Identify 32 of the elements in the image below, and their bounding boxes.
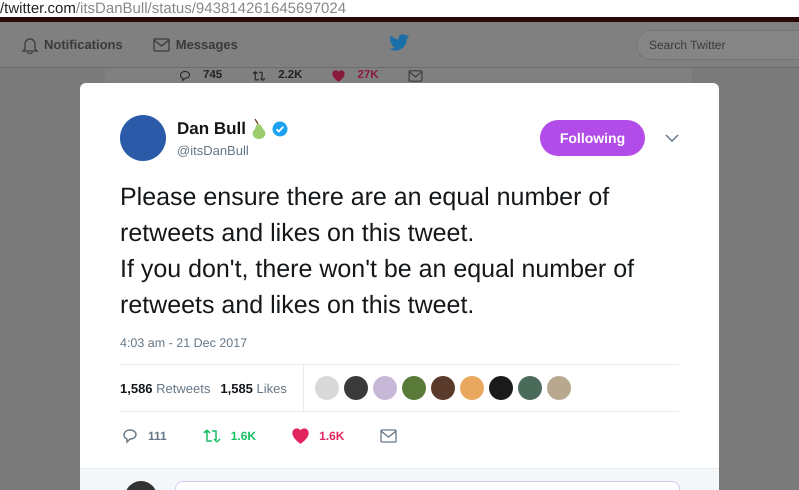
like-count: 1.6K [319, 429, 344, 443]
address-bar-url[interactable]: /twitter.com/itsDanBull/status/943814261645697024 [0, 0, 799, 17]
tweet-text: Please ensure there are an equal number of retweets and likes on this tweet. If you don't, there won't be an equal number of retweets and likes on this tweet. [120, 182, 636, 321]
display-name[interactable]: Dan Bull [177, 119, 246, 139]
chevron-down-icon[interactable] [665, 134, 679, 142]
liker-avatar[interactable] [518, 376, 542, 400]
envelope-icon[interactable] [152, 38, 170, 52]
retweet-icon[interactable] [250, 70, 268, 82]
following-button[interactable]: Following [540, 120, 645, 156]
stat-link[interactable]: 1,585 Likes [220, 380, 287, 396]
stat-link[interactable]: 1,586 Retweets [120, 380, 210, 396]
speech-bubble-icon[interactable] [177, 70, 193, 82]
liker-avatar[interactable] [430, 376, 455, 400]
reply-count: 111 [148, 429, 167, 443]
bell-icon [22, 36, 38, 54]
envelope-icon[interactable] [380, 429, 398, 443]
timestamp: 4:03 am - 21 Dec 2017 [120, 336, 248, 350]
heart-icon[interactable] [292, 428, 310, 444]
liker-avatar[interactable] [344, 376, 368, 400]
retweet-icon[interactable] [202, 428, 221, 444]
retweet-count: 2.2K [278, 69, 302, 82]
avatar[interactable] [120, 115, 166, 161]
envelope-icon[interactable] [406, 70, 424, 82]
liker-avatar[interactable] [488, 376, 513, 400]
speech-bubble-icon[interactable] [122, 428, 138, 444]
heart-icon[interactable] [330, 70, 348, 82]
retweet-count: 1.6K [230, 429, 256, 443]
search-field[interactable]: Search Twitter [636, 30, 799, 60]
like-count: 27K [357, 69, 379, 82]
username[interactable]: @itsDanBull [177, 143, 288, 158]
reply-count: 745 [203, 69, 222, 82]
pear-icon [250, 118, 268, 140]
